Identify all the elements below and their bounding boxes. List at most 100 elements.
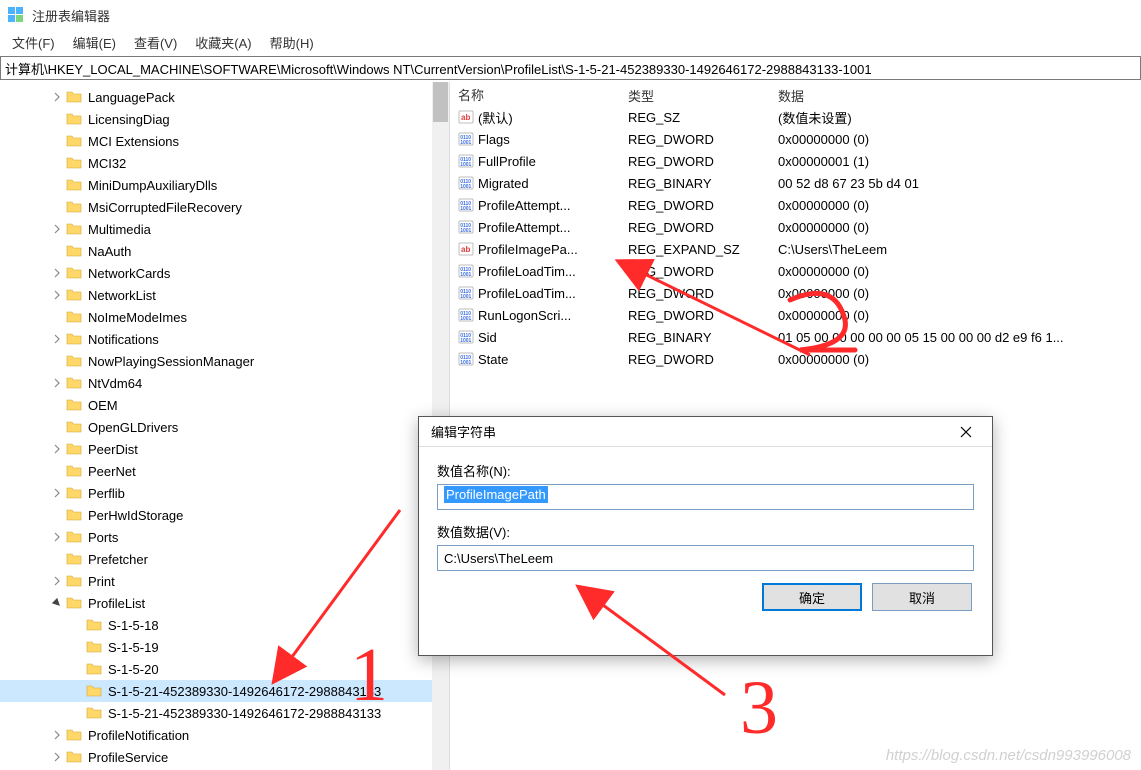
- tree-panel: LanguagePack LicensingDiag MCI Extension…: [0, 82, 450, 770]
- tree-item[interactable]: Notifications: [0, 328, 449, 350]
- tree-item[interactable]: MsiCorruptedFileRecovery: [0, 196, 449, 218]
- tree-item-label: NowPlayingSessionManager: [88, 354, 254, 369]
- tree-item[interactable]: NetworkList: [0, 284, 449, 306]
- col-header-data[interactable]: 数据: [770, 82, 1141, 106]
- tree-item[interactable]: ProfileService: [0, 746, 449, 768]
- tree-item[interactable]: Multimedia: [0, 218, 449, 240]
- chevron-right-icon[interactable]: [50, 730, 64, 740]
- tree-item[interactable]: OpenGLDrivers: [0, 416, 449, 438]
- value-row[interactable]: 01101001ProfileLoadTim... REG_DWORD 0x00…: [450, 282, 1141, 304]
- value-type: REG_SZ: [620, 110, 770, 125]
- tree-item[interactable]: NetworkCards: [0, 262, 449, 284]
- value-row[interactable]: 01101001Sid REG_BINARY 01 05 00 00 00 00…: [450, 326, 1141, 348]
- value-row[interactable]: 01101001ProfileLoadTim... REG_DWORD 0x00…: [450, 260, 1141, 282]
- chevron-right-icon[interactable]: [50, 752, 64, 762]
- chevron-right-icon[interactable]: [50, 444, 64, 454]
- tree-item-label: Multimedia: [88, 222, 151, 237]
- value-type: REG_DWORD: [620, 132, 770, 147]
- tree-item[interactable]: MCI32: [0, 152, 449, 174]
- value-name: ProfileLoadTim...: [478, 264, 576, 279]
- chevron-right-icon[interactable]: [50, 576, 64, 586]
- chevron-right-icon[interactable]: [50, 488, 64, 498]
- col-header-type[interactable]: 类型: [620, 82, 770, 106]
- menu-favorites[interactable]: 收藏夹(A): [187, 31, 259, 54]
- folder-icon: [66, 595, 82, 611]
- value-row[interactable]: ab(默认) REG_SZ (数值未设置): [450, 106, 1141, 128]
- chevron-right-icon[interactable]: [50, 532, 64, 542]
- tree-item[interactable]: Perflib: [0, 482, 449, 504]
- tree-item[interactable]: PeerNet: [0, 460, 449, 482]
- chevron-right-icon[interactable]: [50, 268, 64, 278]
- tree-item[interactable]: S-1-5-20: [0, 658, 449, 680]
- tree-item[interactable]: PerHwIdStorage: [0, 504, 449, 526]
- tree-item[interactable]: S-1-5-21-452389330-1492646172-2988843133: [0, 702, 449, 724]
- chevron-right-icon[interactable]: [50, 92, 64, 102]
- tree-item[interactable]: LicensingDiag: [0, 108, 449, 130]
- value-data: 0x00000000 (0): [770, 264, 1141, 279]
- tree-item[interactable]: OEM: [0, 394, 449, 416]
- chevron-right-icon[interactable]: [50, 224, 64, 234]
- value-type: REG_DWORD: [620, 308, 770, 323]
- value-type: REG_DWORD: [620, 220, 770, 235]
- chevron-down-icon[interactable]: [50, 598, 64, 608]
- tree-item[interactable]: MCI Extensions: [0, 130, 449, 152]
- value-row[interactable]: abProfileImagePa... REG_EXPAND_SZ C:\Use…: [450, 238, 1141, 260]
- close-icon[interactable]: [946, 420, 986, 444]
- tree-item[interactable]: S-1-5-19: [0, 636, 449, 658]
- tree-item[interactable]: S-1-5-18: [0, 614, 449, 636]
- menu-file[interactable]: 文件(F): [4, 31, 63, 54]
- svg-text:ab: ab: [461, 245, 470, 254]
- value-data-input[interactable]: [437, 545, 974, 571]
- value-name: ProfileAttempt...: [478, 198, 570, 213]
- value-row[interactable]: 01101001ProfileAttempt... REG_DWORD 0x00…: [450, 194, 1141, 216]
- tree-item[interactable]: LanguagePack: [0, 86, 449, 108]
- menu-help[interactable]: 帮助(H): [262, 31, 322, 54]
- value-row[interactable]: 01101001ProfileAttempt... REG_DWORD 0x00…: [450, 216, 1141, 238]
- ok-button[interactable]: 确定: [762, 583, 862, 611]
- value-row[interactable]: 01101001RunLogonScri... REG_DWORD 0x0000…: [450, 304, 1141, 326]
- svg-text:1001: 1001: [460, 184, 471, 190]
- address-bar[interactable]: 计算机\HKEY_LOCAL_MACHINE\SOFTWARE\Microsof…: [0, 56, 1141, 80]
- tree-item[interactable]: Ports: [0, 526, 449, 548]
- folder-icon: [66, 573, 82, 589]
- tree-item[interactable]: NowPlayingSessionManager: [0, 350, 449, 372]
- tree-item[interactable]: S-1-5-21-452389330-1492646172-2988843133: [0, 680, 449, 702]
- value-row[interactable]: 01101001State REG_DWORD 0x00000000 (0): [450, 348, 1141, 370]
- value-name: RunLogonScri...: [478, 308, 571, 323]
- value-name-input[interactable]: ProfileImagePath: [437, 484, 974, 510]
- window-title: 注册表编辑器: [32, 6, 110, 25]
- folder-icon: [66, 485, 82, 501]
- chevron-right-icon[interactable]: [50, 378, 64, 388]
- value-data: 01 05 00 00 00 00 00 05 15 00 00 00 d2 e…: [770, 330, 1141, 345]
- tree-item-label: ProfileNotification: [88, 728, 189, 743]
- tree-item-label: LicensingDiag: [88, 112, 170, 127]
- menu-edit[interactable]: 编辑(E): [65, 31, 124, 54]
- value-row[interactable]: 01101001Flags REG_DWORD 0x00000000 (0): [450, 128, 1141, 150]
- tree-item[interactable]: MiniDumpAuxiliaryDlls: [0, 174, 449, 196]
- tree-item[interactable]: Print: [0, 570, 449, 592]
- chevron-right-icon[interactable]: [50, 334, 64, 344]
- value-data: 0x00000000 (0): [770, 220, 1141, 235]
- tree-item[interactable]: ProfileNotification: [0, 724, 449, 746]
- tree-item-label: MCI Extensions: [88, 134, 179, 149]
- binary-value-icon: 01101001: [458, 285, 474, 301]
- tree-item-label: PeerNet: [88, 464, 136, 479]
- cancel-button[interactable]: 取消: [872, 583, 972, 611]
- chevron-right-icon[interactable]: [50, 290, 64, 300]
- value-data: 0x00000000 (0): [770, 198, 1141, 213]
- tree-item[interactable]: NoImeModeImes: [0, 306, 449, 328]
- value-row[interactable]: 01101001FullProfile REG_DWORD 0x00000001…: [450, 150, 1141, 172]
- value-row[interactable]: 01101001Migrated REG_BINARY 00 52 d8 67 …: [450, 172, 1141, 194]
- tree-item[interactable]: NtVdm64: [0, 372, 449, 394]
- value-data: C:\Users\TheLeem: [770, 242, 1141, 257]
- folder-icon: [66, 265, 82, 281]
- menu-view[interactable]: 查看(V): [126, 31, 185, 54]
- tree-item-label: NoImeModeImes: [88, 310, 187, 325]
- tree-item[interactable]: NaAuth: [0, 240, 449, 262]
- tree-item-label: PeerDist: [88, 442, 138, 457]
- svg-text:1001: 1001: [460, 206, 471, 212]
- tree-item[interactable]: ProfileList: [0, 592, 449, 614]
- col-header-name[interactable]: 名称: [450, 82, 620, 106]
- tree-item[interactable]: Prefetcher: [0, 548, 449, 570]
- tree-item[interactable]: PeerDist: [0, 438, 449, 460]
